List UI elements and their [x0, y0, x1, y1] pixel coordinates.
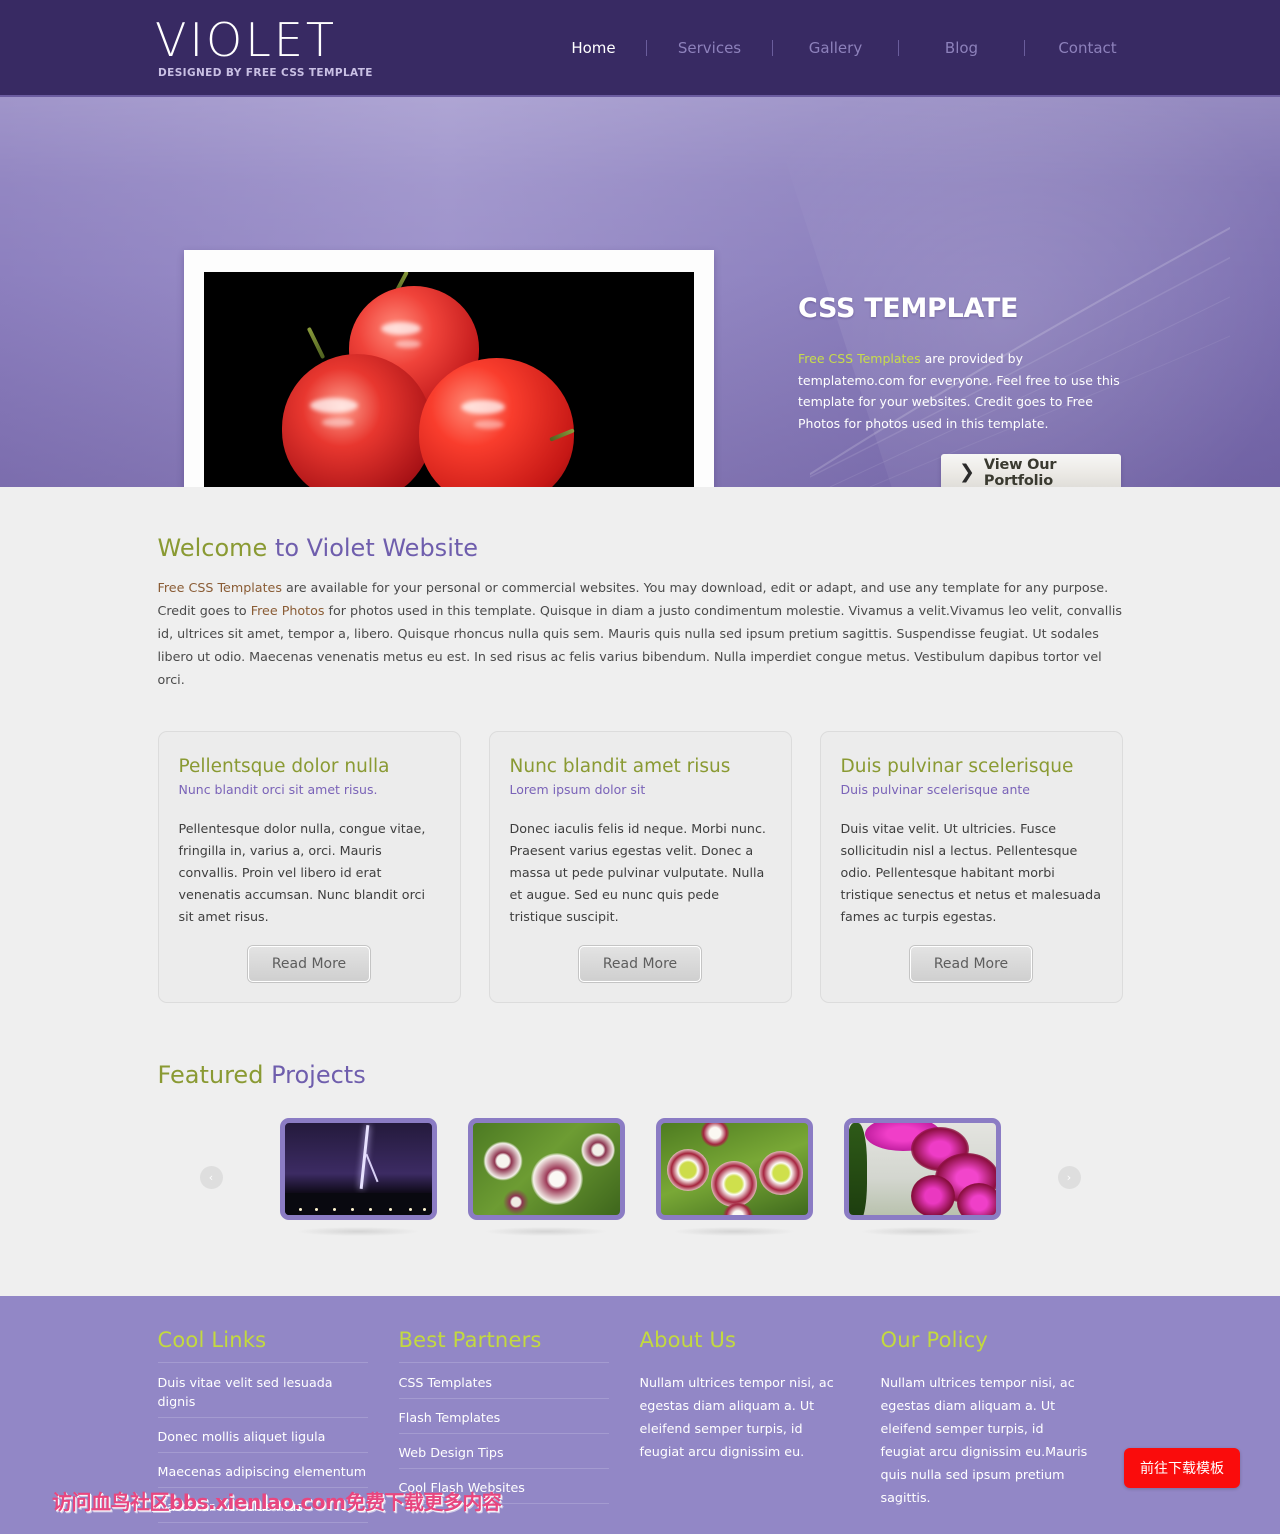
welcome-heading: Welcome to Violet Website — [158, 487, 1123, 562]
list-item: Web Design Tips — [398, 1442, 609, 1469]
read-more-button[interactable]: Read More — [579, 946, 701, 982]
thumbnail-daisies[interactable] — [467, 1118, 625, 1220]
chevron-right-icon: › — [1066, 1170, 1072, 1184]
hero-banner: CSS TEMPLATE Free CSS Templates are prov… — [0, 97, 1280, 487]
feature-box: Pellentsque dolor nulla Nunc blandit orc… — [157, 731, 461, 1003]
list-item: CSS Templates — [398, 1362, 609, 1399]
hero-heading: CSS TEMPLATE — [798, 293, 1019, 324]
logo-title: VIOLET — [155, 13, 338, 67]
thumbnail-item — [843, 1118, 1001, 1236]
feature-box-subtitle: Duis pulvinar scelerisque ante — [840, 782, 1030, 797]
welcome-paragraph: Free CSS Templates are available for you… — [158, 576, 1123, 691]
welcome-heading-green: Welcome — [157, 534, 268, 562]
footer-heading: About Us — [639, 1328, 737, 1352]
nav-cell-blog: Blog — [899, 38, 1024, 57]
main-navigation: Home Services Gallery Blog Contact — [541, 38, 1150, 57]
thumbnail-shadow — [298, 1227, 418, 1236]
featured-heading-green: Featured — [157, 1061, 264, 1089]
welcome-heading-purple: to Violet Website — [274, 534, 479, 562]
chevron-right-icon: ❯ — [959, 461, 975, 483]
footer-link[interactable]: Flash Templates — [399, 1410, 501, 1425]
download-template-button[interactable]: 前往下载模板 — [1124, 1448, 1240, 1488]
read-more-button[interactable]: Read More — [248, 946, 370, 982]
read-more-button[interactable]: Read More — [910, 946, 1032, 982]
nav-item-blog[interactable]: Blog — [945, 39, 978, 57]
footer-link[interactable]: Maecenas adipiscing elementum — [158, 1464, 367, 1479]
logo-tagline: DESIGNED BY FREE CSS TEMPLATE — [158, 67, 373, 79]
nav-item-home[interactable]: Home — [571, 39, 615, 57]
carousel-prev-button[interactable]: ‹ — [199, 1165, 223, 1189]
footer-text: Nullam ultrices tempor nisi, ac egestas … — [639, 1375, 834, 1459]
footer-text: Nullam ultrices tempor nisi, ac egestas … — [880, 1375, 1088, 1505]
site-header: VIOLET DESIGNED BY FREE CSS TEMPLATE Hom… — [0, 0, 1280, 97]
nav-item-contact[interactable]: Contact — [1058, 39, 1116, 57]
thumbnail-gazanias[interactable] — [655, 1118, 813, 1220]
list-item: Flash Templates — [398, 1407, 609, 1434]
footer-link[interactable]: CSS Templates — [399, 1375, 493, 1390]
footer-heading: Cool Links — [157, 1328, 267, 1352]
footer-heading: Our Policy — [880, 1328, 989, 1352]
nav-item-gallery[interactable]: Gallery — [809, 39, 862, 57]
nav-cell-home: Home — [541, 38, 646, 57]
hero-photo-apples — [204, 272, 694, 487]
thumbnail-item — [279, 1118, 437, 1236]
footer-column-our-policy: Our Policy Nullam ultrices tempor nisi, … — [881, 1328, 1122, 1531]
footer-link[interactable]: Web Design Tips — [399, 1445, 504, 1460]
nav-cell-services: Services — [647, 38, 772, 57]
footer-column-about-us: About Us Nullam ultrices tempor nisi, ac… — [640, 1328, 881, 1531]
nav-item-services[interactable]: Services — [678, 39, 741, 57]
footer-heading: Best Partners — [398, 1328, 542, 1352]
featured-heading-purple: Projects — [271, 1061, 366, 1089]
featured-projects-heading: Featured Projects — [158, 1003, 1123, 1089]
footer-link[interactable]: Duis vitae velit sed lesuada dignis — [158, 1375, 333, 1409]
site-footer: Cool Links Duis vitae velit sed lesuada … — [0, 1296, 1280, 1534]
footer-link[interactable]: Donec mollis aliquet ligula — [158, 1429, 326, 1444]
list-item: Donec mollis aliquet ligula — [157, 1426, 368, 1453]
welcome-link-free-photos[interactable]: Free Photos — [251, 603, 325, 618]
apple-stem — [306, 326, 326, 360]
list-item: Duis vitae velit sed lesuada dignis — [157, 1362, 368, 1418]
feature-box: Duis pulvinar scelerisque Duis pulvinar … — [819, 731, 1123, 1003]
nav-cell-gallery: Gallery — [773, 38, 898, 57]
feature-box-body: Duis vitae velit. Ut ultricies. Fusce so… — [840, 821, 1102, 924]
thumbnail-shadow — [486, 1227, 606, 1236]
feature-box-body: Donec iaculis felis id neque. Morbi nunc… — [509, 821, 766, 924]
thumbnail-shadow — [674, 1227, 794, 1236]
carousel-next-button[interactable]: › — [1057, 1165, 1081, 1189]
main-content: Welcome to Violet Website Free CSS Templ… — [0, 487, 1280, 1296]
view-portfolio-label: View Our Portfolio — [983, 456, 1057, 488]
feature-columns: Pellentsque dolor nulla Nunc blandit orc… — [157, 731, 1123, 1003]
feature-box-title: Duis pulvinar scelerisque — [840, 756, 1074, 777]
featured-projects-carousel: ‹ › — [158, 1118, 1123, 1236]
feature-box-title: Nunc blandit amet risus — [509, 756, 731, 777]
thumbnail-lightning[interactable] — [279, 1118, 437, 1220]
feature-box-subtitle: Nunc blandit orci sit amet risus. — [178, 782, 378, 797]
chevron-left-icon: ‹ — [208, 1170, 214, 1184]
thumbnail-item — [467, 1118, 625, 1236]
logo[interactable]: VIOLET DESIGNED BY FREE CSS TEMPLATE — [155, 14, 373, 79]
hero-paragraph: Free CSS Templates are provided by templ… — [798, 348, 1128, 434]
thumbnail-shadow — [862, 1227, 982, 1236]
feature-box: Nunc blandit amet risus Lorem ipsum dolo… — [488, 731, 792, 1003]
welcome-link-free-css-templates[interactable]: Free CSS Templates — [158, 580, 282, 595]
footer-link-list: CSS Templates Flash Templates Web Design… — [398, 1362, 609, 1504]
hero-link-free-css-templates[interactable]: Free CSS Templates — [798, 351, 921, 366]
feature-box-body: Pellentesque dolor nulla, congue vitae, … — [178, 821, 426, 924]
feature-box-title: Pellentsque dolor nulla — [178, 756, 390, 777]
watermark-text: 访问血鸟社区bbs.xienlao.com免费下载更多内容 — [52, 1490, 502, 1514]
nav-cell-contact: Contact — [1025, 38, 1150, 57]
hero-text-block: CSS TEMPLATE Free CSS Templates are prov… — [798, 293, 1128, 434]
feature-box-subtitle: Lorem ipsum dolor sit — [509, 782, 646, 797]
thumbnail-item — [655, 1118, 813, 1236]
hero-photo-frame — [184, 250, 714, 487]
thumbnail-list — [279, 1118, 1001, 1236]
view-portfolio-button[interactable]: ❯ View Our Portfolio — [941, 454, 1121, 487]
thumbnail-orchids[interactable] — [843, 1118, 1001, 1220]
list-item: Maecenas adipiscing elementum — [157, 1461, 368, 1488]
